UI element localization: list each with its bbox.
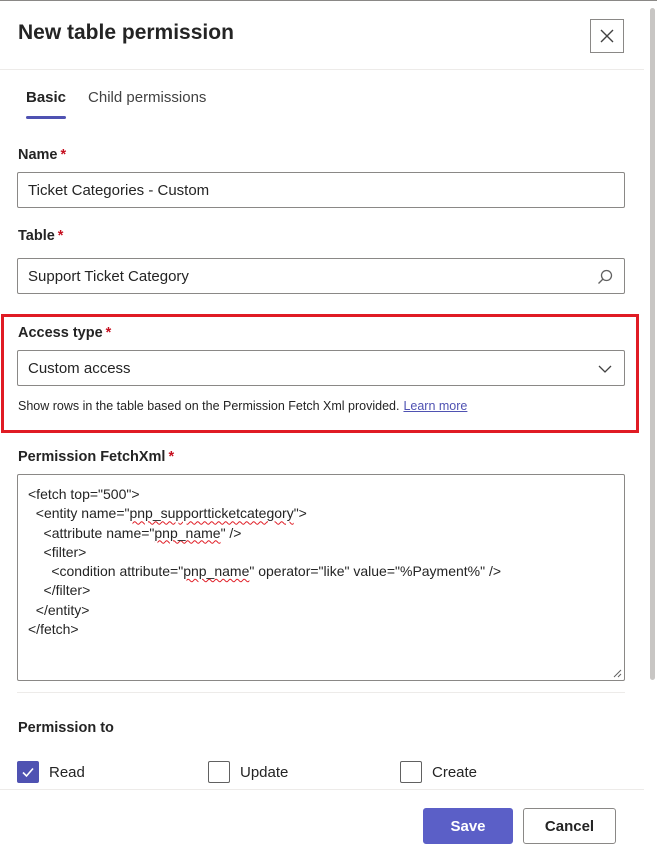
permission-to-label: Permission to <box>18 720 114 736</box>
code-line: </fetch> <box>28 621 79 638</box>
code-line: <attribute name="pnp_name" /> <box>28 524 242 541</box>
read-checkbox-row[interactable]: Read <box>17 761 85 783</box>
access-type-helper-text: Show rows in the table based on the Perm… <box>18 399 468 413</box>
access-type-dropdown[interactable]: Custom access <box>17 350 625 386</box>
code-line: <filter> <box>28 543 87 560</box>
update-checkbox-row[interactable]: Update <box>208 761 288 783</box>
search-icon[interactable] <box>596 268 614 286</box>
cancel-button[interactable]: Cancel <box>523 808 616 844</box>
required-marker: * <box>60 147 67 163</box>
panel-header: New table permission <box>0 0 644 70</box>
code-line: <fetch top="500"> <box>28 486 140 502</box>
name-input-value: Ticket Categories - Custom <box>28 181 210 199</box>
save-button[interactable]: Save <box>423 808 513 844</box>
table-input-value: Support Ticket Category <box>28 267 189 285</box>
access-type-label: Access type * <box>18 325 112 341</box>
update-label: Update <box>240 763 289 781</box>
panel-title: New table permission <box>18 21 234 44</box>
fetchxml-textarea[interactable]: <fetch top="500"> <entity name="pnp_supp… <box>17 474 625 681</box>
required-marker: * <box>105 325 112 341</box>
required-marker: * <box>57 228 64 244</box>
table-lookup-input[interactable]: Support Ticket Category <box>17 258 625 294</box>
tab-list: Basic Child permissions <box>26 89 206 119</box>
name-input[interactable]: Ticket Categories - Custom <box>17 172 625 208</box>
required-marker: * <box>168 449 175 465</box>
name-label: Name * <box>18 147 67 163</box>
tab-basic[interactable]: Basic <box>26 89 67 119</box>
table-label: Table * <box>18 228 64 244</box>
code-line: <entity name="pnp_supportticketcategory"… <box>28 505 307 522</box>
checkmark-icon <box>22 767 34 778</box>
read-checkbox[interactable] <box>17 761 39 783</box>
learn-more-link[interactable]: Learn more <box>403 399 467 413</box>
create-checkbox-row[interactable]: Create <box>400 761 477 783</box>
read-label: Read <box>49 763 85 781</box>
tab-child-permissions[interactable]: Child permissions <box>88 89 206 119</box>
update-checkbox[interactable] <box>208 761 230 783</box>
code-line: <condition attribute="pnp_name" operator… <box>28 563 502 580</box>
chevron-down-icon <box>598 365 612 373</box>
code-line: </filter> <box>28 582 91 599</box>
code-line: </entity> <box>28 601 90 618</box>
panel-scrollbar[interactable] <box>650 8 655 680</box>
close-button[interactable] <box>590 19 624 53</box>
create-checkbox[interactable] <box>400 761 422 783</box>
fetchxml-label: Permission FetchXml * <box>18 449 175 465</box>
create-label: Create <box>432 763 478 781</box>
close-icon <box>600 29 614 43</box>
resize-grip-icon[interactable] <box>612 668 622 678</box>
access-type-selected-value: Custom access <box>28 359 131 377</box>
section-divider <box>17 692 625 693</box>
footer-divider <box>0 789 644 790</box>
